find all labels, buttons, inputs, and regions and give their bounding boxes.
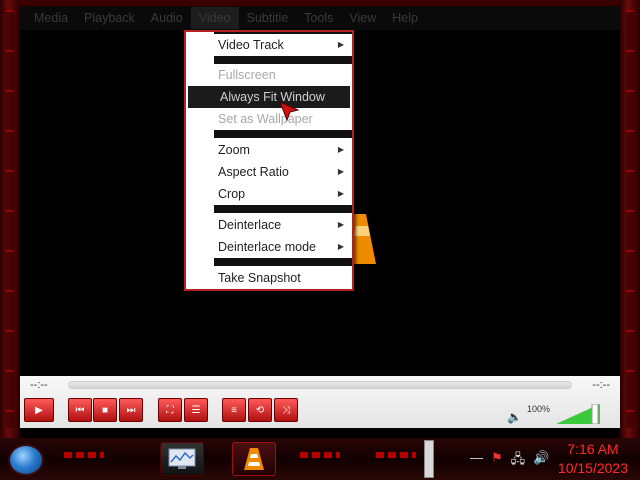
submenu-arrow-icon: ▶ [337,189,344,198]
menu-separator [214,56,352,64]
volume-slider[interactable] [556,404,600,424]
menu-item-fullscreen[interactable]: Fullscreen [186,64,352,86]
menu-item-label: Zoom [218,143,250,157]
menu-item-label: Video Track [218,38,284,52]
menu-audio[interactable]: Audio [143,7,191,29]
previous-icon: ⏮ [75,404,85,416]
playlist-icon: ≡ [231,404,237,416]
submenu-arrow-icon: ▶ [337,220,344,229]
submenu-arrow-icon: ▶ [337,145,344,154]
menu-item-crop[interactable]: Crop ▶ [186,183,352,205]
playlist-button[interactable]: ≡ [222,398,246,422]
menu-separator [214,258,352,266]
clock-date: 10/15/2023 [557,460,628,476]
menu-separator [214,205,352,213]
window-frame-right [620,0,640,438]
clock-time: 7:16 AM [567,441,619,457]
start-button[interactable] [8,444,44,476]
elapsed-time: --:-- [30,379,48,391]
fullscreen-icon: ⛶ [166,404,174,416]
menu-video[interactable]: Video [190,7,239,29]
shuffle-icon: ⤨ [282,404,290,416]
taskbar-scroll-thumb[interactable] [424,440,434,478]
menu-item-label: Deinterlace mode [218,240,316,254]
taskbar-decoration [376,452,416,458]
fullscreen-button[interactable]: ⛶ [158,398,182,422]
stop-icon: ■ [101,404,109,416]
show-hidden-icons-icon[interactable]: — [470,450,483,472]
menu-item-deinterlace[interactable]: Deinterlace ▶ [186,214,352,236]
speaker-icon[interactable]: 🔈 [507,410,522,424]
equalizer-icon: ☰ [191,404,201,416]
menu-item-label: Crop [218,187,246,201]
window-frame-left [0,0,20,438]
action-center-flag-icon[interactable]: ⚑ [491,450,503,472]
menu-item-aspect-ratio[interactable]: Aspect Ratio ▶ [186,161,352,183]
submenu-arrow-icon: ▶ [337,40,344,49]
taskbar-app-performance-monitor[interactable] [160,442,204,476]
seek-bar[interactable] [68,381,572,389]
next-icon: ⏭ [126,404,136,416]
menu-view[interactable]: View [341,7,384,29]
menu-tools[interactable]: Tools [296,7,341,29]
taskbar-decoration [300,452,340,458]
submenu-arrow-icon: ▶ [337,167,344,176]
next-button[interactable]: ⏭ [119,398,143,422]
stop-button[interactable]: ■ [93,398,117,422]
mouse-cursor-icon [279,101,300,122]
taskbar-clock[interactable]: 7:16 AM 10/15/2023 [558,440,628,478]
loop-icon: ⟲ [255,404,265,416]
control-panel: --:-- --:-- ▶ ⏮ ■ ⏭ ⛶ ☰ ≡ ⟲ ⤨ 🔈 100% [20,376,620,428]
menu-item-video-track[interactable]: Video Track ▶ [186,34,352,56]
monitor-chart-icon [168,448,196,469]
menu-item-set-as-wallpaper[interactable]: Set as Wallpaper [186,108,352,130]
taskbar-app-vlc[interactable] [232,442,276,476]
vlc-cone-icon [244,448,264,470]
remaining-time: --:-- [592,379,610,391]
loop-button[interactable]: ⟲ [248,398,272,422]
taskbar-decoration [64,452,104,458]
menu-help[interactable]: Help [384,7,426,29]
previous-button[interactable]: ⏮ [68,398,92,422]
menu-item-label: Aspect Ratio [218,165,289,179]
shuffle-button[interactable]: ⤨ [274,398,298,422]
extended-settings-button[interactable]: ☰ [184,398,208,422]
menu-media[interactable]: Media [26,7,76,29]
play-button[interactable]: ▶ [24,398,54,422]
menu-playback[interactable]: Playback [76,7,143,29]
menu-item-zoom[interactable]: Zoom ▶ [186,139,352,161]
menu-item-always-fit-window[interactable]: Always Fit Window [188,86,350,108]
network-icon[interactable]: 🖧 [511,450,526,472]
menu-subtitle[interactable]: Subtitle [239,7,297,29]
play-icon: ▶ [35,404,43,416]
menu-bar: Media Playback Audio Video Subtitle Tool… [20,6,620,30]
menu-item-label: Deinterlace [218,218,282,232]
volume-tray-icon[interactable]: 🔊 [533,450,549,472]
menu-item-deinterlace-mode[interactable]: Deinterlace mode ▶ [186,236,352,258]
submenu-arrow-icon: ▶ [337,242,344,251]
menu-separator [214,130,352,138]
system-tray: — ⚑ 🖧 🔊 [470,450,549,472]
volume-percent: 100% [526,404,550,414]
menu-item-take-snapshot[interactable]: Take Snapshot [186,267,352,289]
video-dropdown-menu: Video Track ▶ Fullscreen Always Fit Wind… [184,30,354,291]
